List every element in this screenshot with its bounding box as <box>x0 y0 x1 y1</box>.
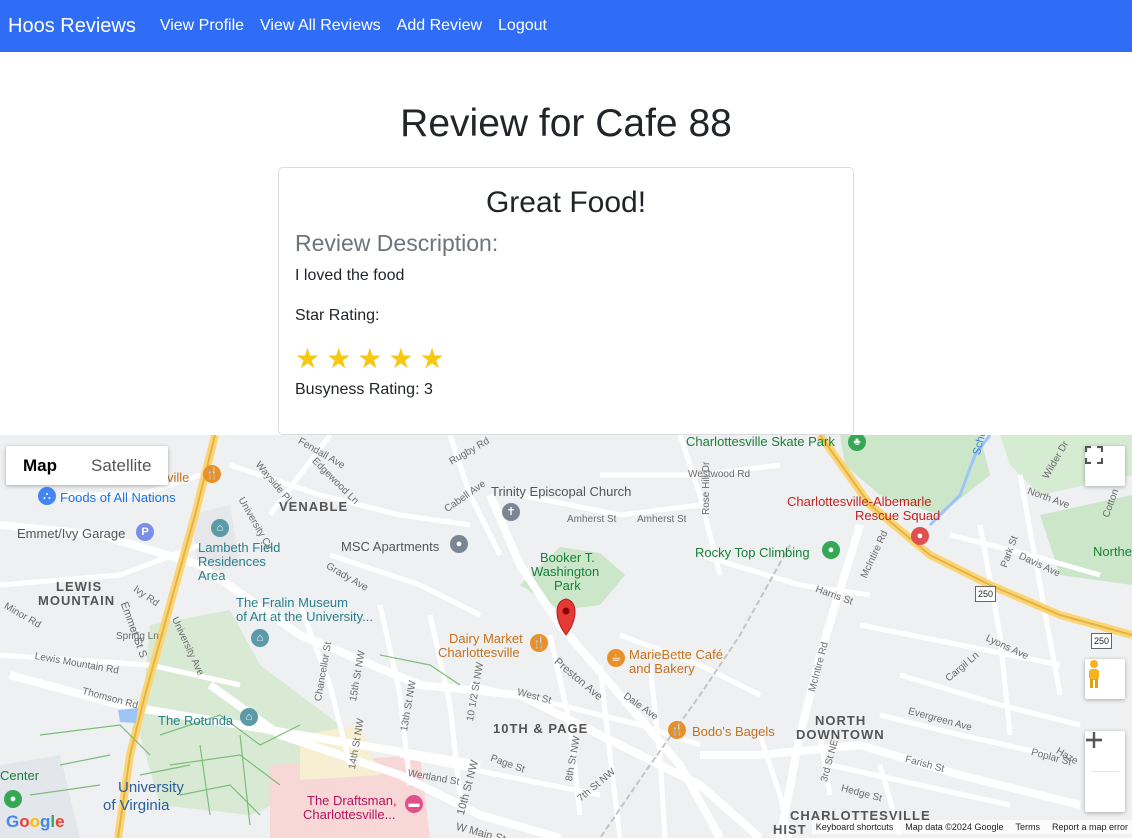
map-label: Charlottesville Skate Park <box>686 435 835 449</box>
description-heading: Review Description: <box>295 230 499 256</box>
map-label: MSC Apartments <box>341 539 440 554</box>
terms-link[interactable]: Terms <box>1015 822 1040 832</box>
map-label: Charlottesville-Albemarle <box>787 494 932 509</box>
route-shield-icon: 250 <box>975 586 997 602</box>
map-area-label: MOUNTAIN <box>38 593 116 608</box>
hotel-icon[interactable]: ▬ <box>405 795 423 813</box>
shopping-icon[interactable]: ⛬ <box>38 487 56 505</box>
street-label: Westwood Rd <box>688 469 751 480</box>
map-label: of Art at the University... <box>236 609 374 624</box>
map-data-attribution: Map data ©2024 Google <box>905 822 1004 832</box>
apartment-pin-icon[interactable]: ● <box>450 535 468 553</box>
map-label: Emmet/Ivy Garage <box>17 526 126 541</box>
restaurant-icon[interactable]: 🍴 <box>530 634 548 652</box>
star-icon: ★ <box>419 343 445 374</box>
map-area-label: NORTH <box>815 713 867 728</box>
climbing-pin-icon[interactable]: ● <box>822 541 840 559</box>
star-rating: ★ ★ ★ ★ ★ <box>295 345 837 373</box>
route-shield-icon: 250 <box>1091 633 1113 649</box>
map-label: Residences <box>198 554 266 569</box>
restaurant-icon[interactable]: 🍴 <box>203 465 221 483</box>
minus-icon <box>1086 738 1102 742</box>
keyboard-shortcuts-link[interactable]: Keyboard shortcuts <box>816 822 894 832</box>
google-logo: Google <box>6 812 65 831</box>
top-navbar: Hoos Reviews View Profile View All Revie… <box>0 0 1132 52</box>
street-label: Rose Hill Dr <box>701 461 712 515</box>
map-label: and Bakery <box>629 661 695 676</box>
map-label: ville <box>167 470 190 485</box>
map-label: Foods of All Nations <box>60 490 176 505</box>
map-area-label: HIST <box>773 822 807 837</box>
map-label: MarieBette Café <box>629 647 723 662</box>
map-label: Booker T. <box>540 550 595 565</box>
church-icon[interactable]: ✝ <box>502 503 520 521</box>
park-pin-icon[interactable]: ● <box>4 790 22 808</box>
street-label: Amherst St <box>637 514 687 525</box>
star-icon: ★ <box>388 343 414 374</box>
map-type-satellite-button[interactable]: Satellite <box>74 446 168 485</box>
map-label: Dairy Market <box>449 631 523 646</box>
street-view-pegman-button[interactable] <box>1085 659 1125 699</box>
map-label: Center <box>0 768 40 783</box>
star-rating-label: Star Rating: <box>295 307 380 324</box>
map-label: Charlottesville <box>438 645 520 660</box>
map-area-label: LEWIS <box>56 579 103 594</box>
map-footer: Keyboard shortcuts Map data ©2024 Google… <box>811 820 1132 834</box>
restaurant-icon[interactable]: 🍴 <box>668 721 686 739</box>
street-label: Amherst St <box>567 514 617 525</box>
busyness-rating: Busyness Rating: 3 <box>295 381 433 398</box>
report-map-error-link[interactable]: Report a map error <box>1052 822 1128 832</box>
map-label: The Draftsman, <box>307 793 397 808</box>
map-label: The Rotunda <box>158 713 234 728</box>
zoom-control <box>1085 731 1125 812</box>
map-area-label: 10TH & PAGE <box>493 721 589 736</box>
map-label: The Fralin Museum <box>236 595 348 610</box>
map-label: Charlottesville... <box>303 807 396 822</box>
review-title: Great Food! <box>485 186 647 219</box>
map-area-label: VENABLE <box>279 499 349 514</box>
map-label: Rescue Squad <box>855 508 941 523</box>
fullscreen-button[interactable] <box>1085 446 1125 486</box>
brand-link[interactable]: Hoos Reviews <box>8 15 136 38</box>
star-icon: ★ <box>326 343 352 374</box>
map-label: Washington <box>531 564 600 579</box>
nav-logout[interactable]: Logout <box>498 17 547 35</box>
map-area-label: DOWNTOWN <box>796 727 885 742</box>
review-description: I loved the food <box>295 267 405 284</box>
school-icon[interactable]: ⌂ <box>211 519 229 537</box>
map-label: Rocky Top Climbing <box>695 545 810 560</box>
nav-add-review[interactable]: Add Review <box>397 17 482 35</box>
page-title: Review for Cafe 88 <box>400 102 732 145</box>
map-label: University <box>118 779 184 796</box>
star-icon: ★ <box>295 343 321 374</box>
parking-icon[interactable]: P <box>136 523 154 541</box>
map-label: Park <box>554 578 581 593</box>
zoom-out-button[interactable] <box>1085 738 1125 812</box>
map[interactable]: 🍴 ⛬ P ⌂ ✝ ● ♣ ● ● ⌂ 🍴 ☕ ⌂ 🍴 ▬ ● Charlott… <box>0 435 1132 838</box>
cafe-icon[interactable]: ☕ <box>607 649 625 667</box>
map-label: Trinity Episcopal Church <box>491 484 632 499</box>
star-icon: ★ <box>357 343 383 374</box>
nav-view-all-reviews[interactable]: View All Reviews <box>260 17 381 35</box>
rescue-pin-icon[interactable]: ● <box>911 527 929 545</box>
nav-view-profile[interactable]: View Profile <box>160 17 244 35</box>
map-label: of Virginia <box>103 797 170 814</box>
map-label: Area <box>198 568 226 583</box>
review-card: Great Food! Review Description: I loved … <box>278 167 854 435</box>
map-type-map-button[interactable]: Map <box>6 446 74 485</box>
pegman-icon <box>1089 660 1099 688</box>
fullscreen-icon <box>1085 446 1103 464</box>
map-label: Bodo's Bagels <box>692 724 775 739</box>
street-label: Sprigg Ln <box>116 631 159 642</box>
landmark-icon[interactable]: ⌂ <box>240 708 258 726</box>
map-label: Northe <box>1093 544 1132 559</box>
museum-icon[interactable]: ⌂ <box>251 629 269 647</box>
map-type-control: Map Satellite <box>6 446 169 485</box>
